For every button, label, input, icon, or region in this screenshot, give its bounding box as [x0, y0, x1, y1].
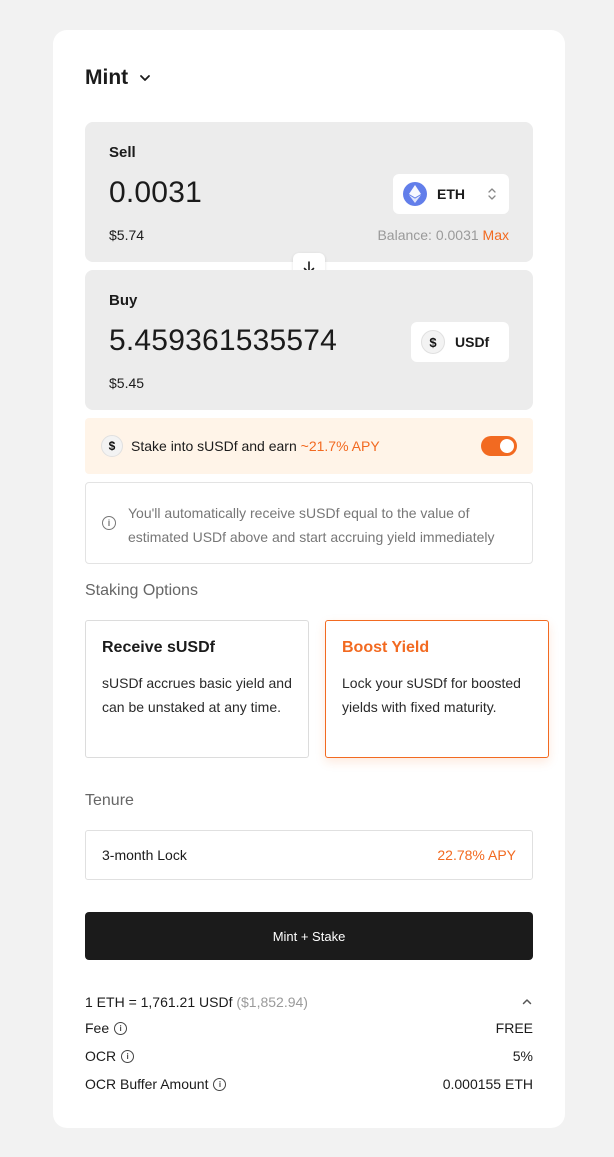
mint-dropdown[interactable]: Mint [85, 66, 533, 90]
stake-text: Stake into sUSDf and earn [131, 438, 297, 454]
buy-usd-value: $5.45 [109, 375, 145, 391]
usdf-icon: $ [421, 330, 445, 354]
mint-stake-button[interactable]: Mint + Stake [85, 912, 533, 960]
option-receive-susdf[interactable]: Receive sUSDf sUSDf accrues basic yield … [85, 620, 309, 758]
stake-toggle[interactable] [481, 436, 517, 456]
option-title: Receive sUSDf [102, 639, 215, 656]
chevron-up-icon[interactable] [521, 996, 533, 1008]
stake-apy: ~21.7% APY [300, 438, 380, 454]
details-list: Fee i FREE OCR i 5% OCR Buffer Amount i 0.0… [85, 1018, 533, 1094]
detail-key: Fee [85, 1020, 110, 1036]
buy-amount: 5.459361535574 [109, 324, 338, 357]
stake-info-box: i You'll automatically receive sUSDf equ… [85, 482, 533, 564]
staking-options-heading: Staking Options [85, 582, 198, 599]
rate-fiat: ($1,852.94) [236, 994, 308, 1010]
info-icon[interactable]: i [213, 1077, 227, 1091]
sell-token-symbol: ETH [437, 186, 465, 202]
sell-balance: Balance: 0.0031 Max [377, 227, 509, 243]
buy-label: Buy [109, 292, 138, 309]
tenure-selector[interactable]: 3-month Lock 22.78% APY [85, 830, 533, 880]
sell-amount-input[interactable]: 0.0031 [109, 176, 202, 210]
page-title: Mint [85, 66, 129, 89]
stake-toggle-row: $ Stake into sUSDf and earn ~21.7% APY [85, 418, 533, 474]
detail-row-ocr: OCR i 5% [85, 1046, 533, 1066]
info-icon[interactable]: i [121, 1049, 135, 1063]
sell-label: Sell [109, 144, 136, 161]
chevron-down-icon [140, 75, 151, 81]
mint-card: Mint Sell 0.0031 ETH $5.74 Balance: 0.00… [53, 30, 565, 1128]
option-boost-yield[interactable]: Boost Yield Lock your sUSDf for boosted … [325, 620, 549, 758]
usdf-icon: $ [101, 435, 123, 457]
option-desc: sUSDf accrues basic yield and can be uns… [102, 675, 292, 715]
detail-key: OCR Buffer Amount [85, 1076, 209, 1092]
max-button[interactable]: Max [483, 227, 509, 243]
rate-text: 1 ETH = 1,761.21 USDf [85, 994, 233, 1010]
sell-token-selector[interactable]: ETH [393, 174, 509, 214]
buy-token-display: $ USDf [411, 322, 509, 362]
sort-icon [488, 188, 496, 200]
detail-value: 0.000155 ETH [442, 1076, 533, 1092]
eth-icon [403, 182, 427, 206]
detail-value: 5% [512, 1048, 533, 1064]
info-icon: i [102, 516, 116, 530]
sell-panel: Sell 0.0031 ETH $5.74 Balance: 0.0031 Ma… [85, 122, 533, 262]
tenure-heading: Tenure [85, 792, 134, 809]
tenure-apy: 22.78% APY [437, 847, 516, 863]
buy-panel: Buy 5.459361535574 $ USDf $5.45 [85, 270, 533, 410]
option-desc: Lock your sUSDf for boosted yields with … [342, 675, 521, 715]
buy-token-symbol: USDf [455, 334, 490, 350]
detail-row-ocr-buffer: OCR Buffer Amount i 0.000155 ETH [85, 1074, 533, 1094]
detail-key: OCR [85, 1048, 117, 1064]
balance-text: Balance: 0.0031 [377, 227, 479, 243]
rate-row[interactable]: 1 ETH = 1,761.21 USDf ($1,852.94) [85, 992, 533, 1012]
info-icon[interactable]: i [114, 1021, 128, 1035]
option-title: Boost Yield [342, 639, 430, 656]
detail-row-fee: Fee i FREE [85, 1018, 533, 1038]
exchange-rate: 1 ETH = 1,761.21 USDf ($1,852.94) [85, 994, 308, 1010]
stake-info-text: You'll automatically receive sUSDf equal… [128, 505, 495, 545]
tenure-value: 3-month Lock [102, 847, 187, 863]
detail-value: FREE [495, 1020, 533, 1036]
sell-usd-value: $5.74 [109, 227, 145, 243]
